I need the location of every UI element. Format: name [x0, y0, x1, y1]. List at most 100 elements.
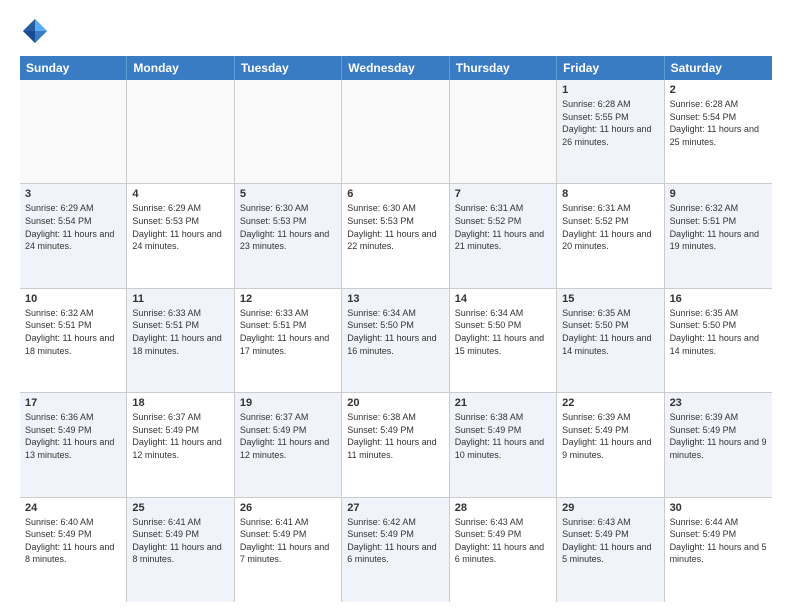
cell-info: Sunrise: 6:31 AM Sunset: 5:52 PM Dayligh… [455, 202, 551, 252]
weekday-header: Tuesday [235, 56, 342, 80]
day-number: 16 [670, 293, 767, 305]
day-number: 27 [347, 502, 443, 514]
cell-info: Sunrise: 6:39 AM Sunset: 5:49 PM Dayligh… [670, 411, 767, 461]
calendar-cell: 5Sunrise: 6:30 AM Sunset: 5:53 PM Daylig… [235, 184, 342, 287]
day-number: 14 [455, 293, 551, 305]
cell-info: Sunrise: 6:43 AM Sunset: 5:49 PM Dayligh… [455, 516, 551, 566]
calendar-cell: 19 Sunrise: 6:37 AM Sunset: 5:49 PM Dayli… [235, 393, 342, 496]
cell-info: Sunrise: 6:28 AM Sunset: 5:55 PM Dayligh… [562, 98, 658, 148]
weekday-header: Friday [557, 56, 664, 80]
day-number: 19 [240, 397, 336, 409]
day-number: 4 [132, 188, 228, 200]
calendar-cell: 1 Sunrise: 6:28 AM Sunset: 5:55 PM Daylig… [557, 80, 664, 183]
day-number: 17 [25, 397, 121, 409]
calendar-cell: 24 Sunrise: 6:40 AM Sunset: 5:49 PM Dayli… [20, 498, 127, 602]
calendar-body: 1 Sunrise: 6:28 AM Sunset: 5:55 PM Daylig… [20, 80, 772, 602]
calendar-cell: 6 Sunrise: 6:30 AM Sunset: 5:53 PM Daylig… [342, 184, 449, 287]
cell-info: Sunrise: 6:41 AM Sunset: 5:49 PM Dayligh… [240, 516, 336, 566]
calendar-cell [127, 80, 234, 183]
cell-info: Sunrise: 6:35 AM Sunset: 5:50 PM Dayligh… [670, 307, 767, 357]
logo-icon [20, 16, 50, 46]
day-number: 29 [562, 502, 658, 514]
calendar-cell: 21 Sunrise: 6:38 AM Sunset: 5:49 PM Dayli… [450, 393, 557, 496]
day-number: 28 [455, 502, 551, 514]
day-number: 18 [132, 397, 228, 409]
day-number: 12 [240, 293, 336, 305]
calendar-cell: 8 Sunrise: 6:31 AM Sunset: 5:52 PM Daylig… [557, 184, 664, 287]
cell-info: Sunrise: 6:42 AM Sunset: 5:49 PM Dayligh… [347, 516, 443, 566]
cell-info: Sunrise: 6:34 AM Sunset: 5:50 PM Dayligh… [455, 307, 551, 357]
calendar-cell: 16 Sunrise: 6:35 AM Sunset: 5:50 PM Dayli… [665, 289, 772, 392]
calendar-header: SundayMondayTuesdayWednesdayThursdayFrid… [20, 56, 772, 80]
calendar-row: 10 Sunrise: 6:32 AM Sunset: 5:51 PM Dayli… [20, 289, 772, 393]
day-number: 20 [347, 397, 443, 409]
cell-info: Sunrise: 6:31 AM Sunset: 5:52 PM Dayligh… [562, 202, 658, 252]
weekday-header: Sunday [20, 56, 127, 80]
calendar-cell: 13Sunrise: 6:34 AM Sunset: 5:50 PM Dayli… [342, 289, 449, 392]
calendar-cell: 7 Sunrise: 6:31 AM Sunset: 5:52 PM Daylig… [450, 184, 557, 287]
day-number: 10 [25, 293, 121, 305]
day-number: 6 [347, 188, 443, 200]
day-number: 3 [25, 188, 121, 200]
cell-info: Sunrise: 6:38 AM Sunset: 5:49 PM Dayligh… [455, 411, 551, 461]
cell-info: Sunrise: 6:35 AM Sunset: 5:50 PM Dayligh… [562, 307, 658, 357]
day-number: 15 [562, 293, 658, 305]
calendar-row: 24 Sunrise: 6:40 AM Sunset: 5:49 PM Dayli… [20, 498, 772, 602]
calendar-cell: 29 Sunrise: 6:43 AM Sunset: 5:49 PM Dayli… [557, 498, 664, 602]
weekday-header: Wednesday [342, 56, 449, 80]
weekday-header: Thursday [450, 56, 557, 80]
cell-info: Sunrise: 6:29 AM Sunset: 5:53 PM Dayligh… [132, 202, 228, 252]
calendar-cell: 18 Sunrise: 6:37 AM Sunset: 5:49 PM Dayli… [127, 393, 234, 496]
calendar-cell: 17 Sunrise: 6:36 AM Sunset: 5:49 PM Dayli… [20, 393, 127, 496]
calendar-row: 3 Sunrise: 6:29 AM Sunset: 5:54 PM Daylig… [20, 184, 772, 288]
day-number: 7 [455, 188, 551, 200]
day-number: 2 [670, 84, 767, 96]
calendar-cell: 9 Sunrise: 6:32 AM Sunset: 5:51 PM Daylig… [665, 184, 772, 287]
calendar-cell: 27 Sunrise: 6:42 AM Sunset: 5:49 PM Dayli… [342, 498, 449, 602]
cell-info: Sunrise: 6:41 AM Sunset: 5:49 PM Dayligh… [132, 516, 228, 566]
cell-info: Sunrise: 6:32 AM Sunset: 5:51 PM Dayligh… [25, 307, 121, 357]
cell-info: Sunrise: 6:44 AM Sunset: 5:49 PM Dayligh… [670, 516, 767, 566]
day-number: 11 [132, 293, 228, 305]
day-number: 23 [670, 397, 767, 409]
cell-info: Sunrise: 6:32 AM Sunset: 5:51 PM Dayligh… [670, 202, 767, 252]
day-number: 22 [562, 397, 658, 409]
day-number: 1 [562, 84, 658, 96]
calendar-cell: 23 Sunrise: 6:39 AM Sunset: 5:49 PM Dayli… [665, 393, 772, 496]
cell-info: Sunrise: 6:28 AM Sunset: 5:54 PM Dayligh… [670, 98, 767, 148]
day-number: 9 [670, 188, 767, 200]
calendar-cell: 15 Sunrise: 6:35 AM Sunset: 5:50 PM Dayli… [557, 289, 664, 392]
cell-info: Sunrise: 6:30 AM Sunset: 5:53 PM Dayligh… [347, 202, 443, 252]
cell-info: Sunrise: 6:38 AM Sunset: 5:49 PM Dayligh… [347, 411, 443, 461]
cell-info: Sunrise: 6:29 AM Sunset: 5:54 PM Dayligh… [25, 202, 121, 252]
calendar-cell: 2 Sunrise: 6:28 AM Sunset: 5:54 PM Daylig… [665, 80, 772, 183]
calendar-cell [450, 80, 557, 183]
calendar-cell: 28 Sunrise: 6:43 AM Sunset: 5:49 PM Dayli… [450, 498, 557, 602]
calendar-cell: 20 Sunrise: 6:38 AM Sunset: 5:49 PM Dayli… [342, 393, 449, 496]
calendar-cell [20, 80, 127, 183]
calendar-cell: 4 Sunrise: 6:29 AM Sunset: 5:53 PM Daylig… [127, 184, 234, 287]
cell-info: Sunrise: 6:34 AM Sunset: 5:50 PM Dayligh… [347, 307, 443, 357]
weekday-header: Saturday [665, 56, 772, 80]
cell-info: Sunrise: 6:40 AM Sunset: 5:49 PM Dayligh… [25, 516, 121, 566]
cell-info: Sunrise: 6:30 AM Sunset: 5:53 PM Dayligh… [240, 202, 336, 252]
weekday-header: Monday [127, 56, 234, 80]
day-number: 24 [25, 502, 121, 514]
calendar-cell [342, 80, 449, 183]
cell-info: Sunrise: 6:33 AM Sunset: 5:51 PM Dayligh… [240, 307, 336, 357]
day-number: 26 [240, 502, 336, 514]
calendar-cell: 22 Sunrise: 6:39 AM Sunset: 5:49 PM Dayli… [557, 393, 664, 496]
calendar-cell: 11 Sunrise: 6:33 AM Sunset: 5:51 PM Dayli… [127, 289, 234, 392]
cell-info: Sunrise: 6:37 AM Sunset: 5:49 PM Dayligh… [132, 411, 228, 461]
day-number: 8 [562, 188, 658, 200]
logo [20, 16, 54, 46]
cell-info: Sunrise: 6:36 AM Sunset: 5:49 PM Dayligh… [25, 411, 121, 461]
day-number: 21 [455, 397, 551, 409]
page: SundayMondayTuesdayWednesdayThursdayFrid… [0, 0, 792, 612]
cell-info: Sunrise: 6:37 AM Sunset: 5:49 PM Dayligh… [240, 411, 336, 461]
cell-info: Sunrise: 6:43 AM Sunset: 5:49 PM Dayligh… [562, 516, 658, 566]
calendar-cell: 14 Sunrise: 6:34 AM Sunset: 5:50 PM Dayli… [450, 289, 557, 392]
cell-info: Sunrise: 6:33 AM Sunset: 5:51 PM Dayligh… [132, 307, 228, 357]
cell-info: Sunrise: 6:39 AM Sunset: 5:49 PM Dayligh… [562, 411, 658, 461]
day-number: 25 [132, 502, 228, 514]
